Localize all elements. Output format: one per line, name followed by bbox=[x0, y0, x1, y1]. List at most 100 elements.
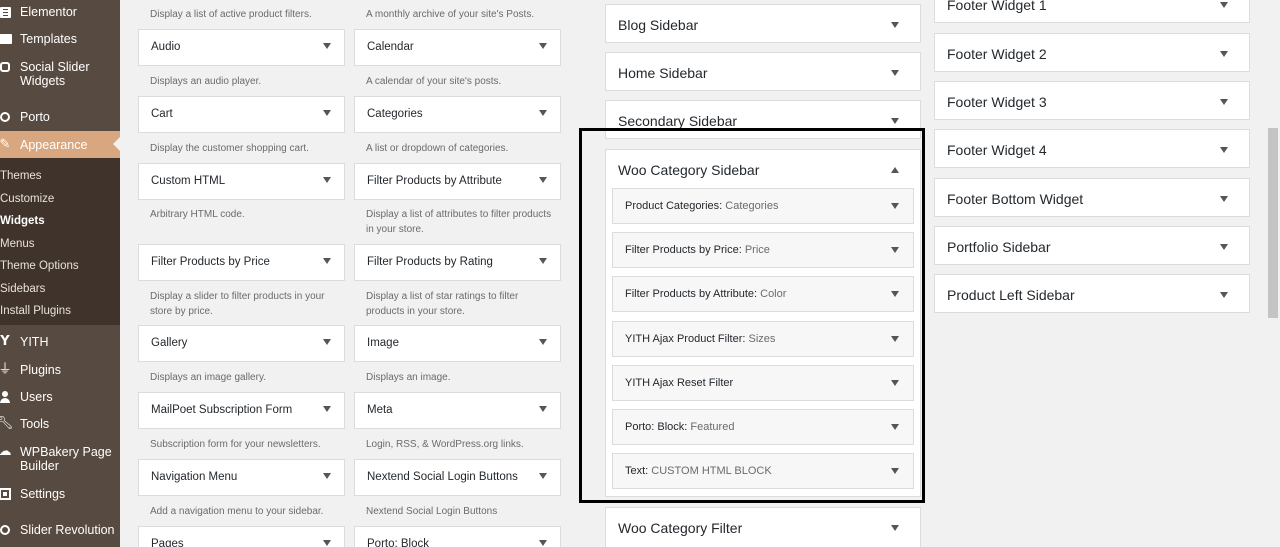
sidebar-area-home[interactable]: Home Sidebar bbox=[605, 52, 921, 91]
menu-item-label: Social Slider Widgets bbox=[20, 60, 90, 88]
widget-image[interactable]: Image bbox=[354, 325, 561, 362]
caret-down-icon[interactable] bbox=[891, 70, 899, 76]
widget-description: Login, RSS, & WordPress.org links. bbox=[366, 439, 524, 450]
widget-audio[interactable]: Audio bbox=[138, 29, 345, 66]
widget-mailpoet-subscription-form[interactable]: MailPoet Subscription Form bbox=[138, 392, 345, 429]
menu-item-label: Porto bbox=[20, 110, 50, 124]
caret-down-icon[interactable] bbox=[1220, 51, 1228, 57]
widget-nextend-social-login-buttons[interactable]: Nextend Social Login Buttons bbox=[354, 459, 561, 496]
caret-down-icon[interactable] bbox=[539, 258, 547, 264]
widget-gallery[interactable]: Gallery bbox=[138, 325, 345, 362]
sidebar-area-blog[interactable]: Blog Sidebar bbox=[605, 4, 921, 43]
sidebar-area-title: Blog Sidebar bbox=[618, 17, 699, 33]
highlight-box bbox=[579, 128, 925, 503]
circle-icon bbox=[0, 110, 12, 124]
appearance-submenu: Themes Customize Widgets Menus Theme Opt… bbox=[0, 158, 120, 325]
sidebar-area-footer-widget-3[interactable]: Footer Widget 3 bbox=[934, 81, 1250, 120]
caret-down-icon[interactable] bbox=[891, 118, 899, 124]
menu-item-label: Slider Revolution bbox=[20, 523, 115, 537]
widget-meta[interactable]: Meta bbox=[354, 392, 561, 429]
widget-pages[interactable]: Pages bbox=[138, 526, 345, 547]
menu-item-appearance[interactable]: ✎ Appearance bbox=[0, 131, 120, 158]
submenu-item-widgets[interactable]: Widgets bbox=[0, 215, 45, 227]
caret-down-icon[interactable] bbox=[323, 110, 331, 116]
submenu-item-theme-options[interactable]: Theme Options bbox=[0, 260, 79, 272]
widget-filter-products-by-rating[interactable]: Filter Products by Rating bbox=[354, 244, 561, 281]
widget-description: Display a list of active product filters… bbox=[150, 9, 312, 20]
widget-title: Nextend Social Login Buttons bbox=[367, 471, 518, 483]
widget-description: Subscription form for your newsletters. bbox=[150, 439, 321, 450]
camera-icon bbox=[0, 60, 12, 74]
caret-down-icon[interactable] bbox=[323, 177, 331, 183]
widget-title: Navigation Menu bbox=[151, 471, 238, 483]
scrollbar-thumb[interactable] bbox=[1268, 128, 1278, 318]
caret-down-icon[interactable] bbox=[323, 406, 331, 412]
sidebar-area-title: Home Sidebar bbox=[618, 65, 708, 81]
wpbakery-icon: ☁ bbox=[0, 444, 12, 459]
submenu-item-customize[interactable]: Customize bbox=[0, 193, 54, 205]
widget-title: Porto: Block bbox=[367, 538, 429, 547]
sidebar-area-woo-category-filter[interactable]: Woo Category Filter bbox=[605, 507, 921, 547]
widget-description: Display a list of attributes to filter p… bbox=[366, 209, 552, 235]
menu-item-label: Appearance bbox=[20, 138, 88, 152]
caret-down-icon[interactable] bbox=[539, 177, 547, 183]
caret-down-icon[interactable] bbox=[539, 540, 547, 546]
caret-down-icon[interactable] bbox=[1220, 244, 1228, 250]
paintbrush-icon: ✎ bbox=[0, 137, 11, 152]
menu-item-label: Templates bbox=[20, 32, 77, 46]
menu-item-label: Elementor bbox=[20, 5, 77, 19]
caret-down-icon[interactable] bbox=[539, 473, 547, 479]
widget-description: A calendar of your site's posts. bbox=[366, 76, 502, 87]
widget-categories[interactable]: Categories bbox=[354, 96, 561, 133]
caret-down-icon[interactable] bbox=[539, 339, 547, 345]
caret-down-icon[interactable] bbox=[539, 110, 547, 116]
caret-down-icon[interactable] bbox=[323, 339, 331, 345]
refresh-icon bbox=[0, 523, 12, 537]
submenu-item-themes[interactable]: Themes bbox=[0, 170, 42, 182]
widget-title: MailPoet Subscription Form bbox=[151, 404, 293, 416]
caret-down-icon[interactable] bbox=[1220, 292, 1228, 298]
sidebar-area-footer-widget-2[interactable]: Footer Widget 2 bbox=[934, 33, 1250, 72]
widget-navigation-menu[interactable]: Navigation Menu bbox=[138, 459, 345, 496]
widget-title: Calendar bbox=[367, 41, 414, 53]
widget-description: Display a slider to filter products in y… bbox=[150, 291, 325, 317]
widget-description: A list or dropdown of categories. bbox=[366, 143, 509, 154]
widget-title: Categories bbox=[367, 108, 423, 120]
widget-porto-block[interactable]: Porto: Block bbox=[354, 526, 561, 547]
sidebar-area-product-left[interactable]: Product Left Sidebar bbox=[934, 274, 1250, 313]
caret-down-icon[interactable] bbox=[323, 258, 331, 264]
widget-calendar[interactable]: Calendar bbox=[354, 29, 561, 66]
widget-filter-products-by-price[interactable]: Filter Products by Price bbox=[138, 244, 345, 281]
caret-down-icon[interactable] bbox=[891, 525, 899, 531]
sidebar-area-title: Product Left Sidebar bbox=[947, 287, 1075, 303]
caret-down-icon[interactable] bbox=[323, 473, 331, 479]
menu-item-label: WPBakery Page Builder bbox=[20, 445, 112, 473]
caret-down-icon[interactable] bbox=[1220, 196, 1228, 202]
caret-down-icon[interactable] bbox=[1220, 99, 1228, 105]
submenu-item-sidebars[interactable]: Sidebars bbox=[0, 283, 45, 295]
caret-down-icon[interactable] bbox=[1220, 2, 1228, 8]
caret-down-icon[interactable] bbox=[323, 540, 331, 546]
caret-down-icon[interactable] bbox=[323, 43, 331, 49]
widget-title: Custom HTML bbox=[151, 175, 226, 187]
caret-down-icon[interactable] bbox=[1220, 147, 1228, 153]
submenu-item-menus[interactable]: Menus bbox=[0, 238, 35, 250]
widget-cart[interactable]: Cart bbox=[138, 96, 345, 133]
elementor-icon bbox=[0, 5, 12, 19]
caret-down-icon[interactable] bbox=[891, 22, 899, 28]
sidebar-area-portfolio[interactable]: Portfolio Sidebar bbox=[934, 226, 1250, 265]
sidebar-area-title: Footer Widget 3 bbox=[947, 94, 1047, 110]
widget-custom-html[interactable]: Custom HTML bbox=[138, 163, 345, 200]
sidebar-area-footer-widget-4[interactable]: Footer Widget 4 bbox=[934, 129, 1250, 168]
sidebar-area-title: Footer Widget 4 bbox=[947, 142, 1047, 158]
caret-down-icon[interactable] bbox=[539, 406, 547, 412]
plug-icon: ⏚ bbox=[0, 362, 12, 377]
admin-menu: Elementor Templates Social Slider Widget… bbox=[0, 0, 120, 547]
widget-filter-products-by-attribute[interactable]: Filter Products by Attribute bbox=[354, 163, 561, 200]
sidebar-area-footer-widget-1[interactable]: Footer Widget 1 bbox=[934, 0, 1250, 23]
sidebar-area-footer-bottom-widget[interactable]: Footer Bottom Widget bbox=[934, 178, 1250, 217]
current-arrow bbox=[113, 137, 120, 151]
caret-down-icon[interactable] bbox=[539, 43, 547, 49]
submenu-item-install-plugins[interactable]: Install Plugins bbox=[0, 305, 71, 317]
widget-title: Meta bbox=[367, 404, 393, 416]
